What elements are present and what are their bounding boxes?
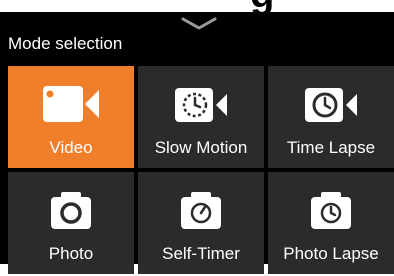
photo-lapse-icon	[311, 192, 351, 229]
mode-label: Slow Motion	[154, 138, 248, 157]
photo-camera-icon	[51, 192, 91, 229]
time-lapse-icon	[305, 88, 357, 122]
self-timer-icon	[181, 192, 221, 229]
mode-label: Video	[49, 138, 93, 157]
mode-tile-photo[interactable]: Photo	[8, 172, 134, 274]
mode-label: Photo Lapse	[283, 244, 379, 263]
mode-label: Self-Timer	[162, 244, 240, 263]
top-band: g	[0, 0, 394, 14]
mode-grid: Video Slow Motion Time Lapse Photo Self-…	[8, 66, 394, 276]
mode-tile-self-timer[interactable]: Self-Timer	[138, 172, 264, 274]
mode-tile-slow-motion[interactable]: Slow Motion	[138, 66, 264, 168]
chevron-down-icon[interactable]	[179, 16, 219, 32]
mode-tile-time-lapse[interactable]: Time Lapse	[268, 66, 394, 168]
mode-label: Time Lapse	[286, 138, 376, 157]
video-camera-icon	[43, 86, 99, 122]
mode-label: Photo	[48, 244, 94, 263]
mode-tile-video[interactable]: Video	[8, 66, 134, 168]
mode-selection-screen: Mode selection Video Slow Motion Time La…	[0, 12, 394, 274]
page-title: Mode selection	[8, 34, 123, 53]
slow-motion-icon	[175, 88, 227, 122]
mode-tile-photo-lapse[interactable]: Photo Lapse	[268, 172, 394, 274]
